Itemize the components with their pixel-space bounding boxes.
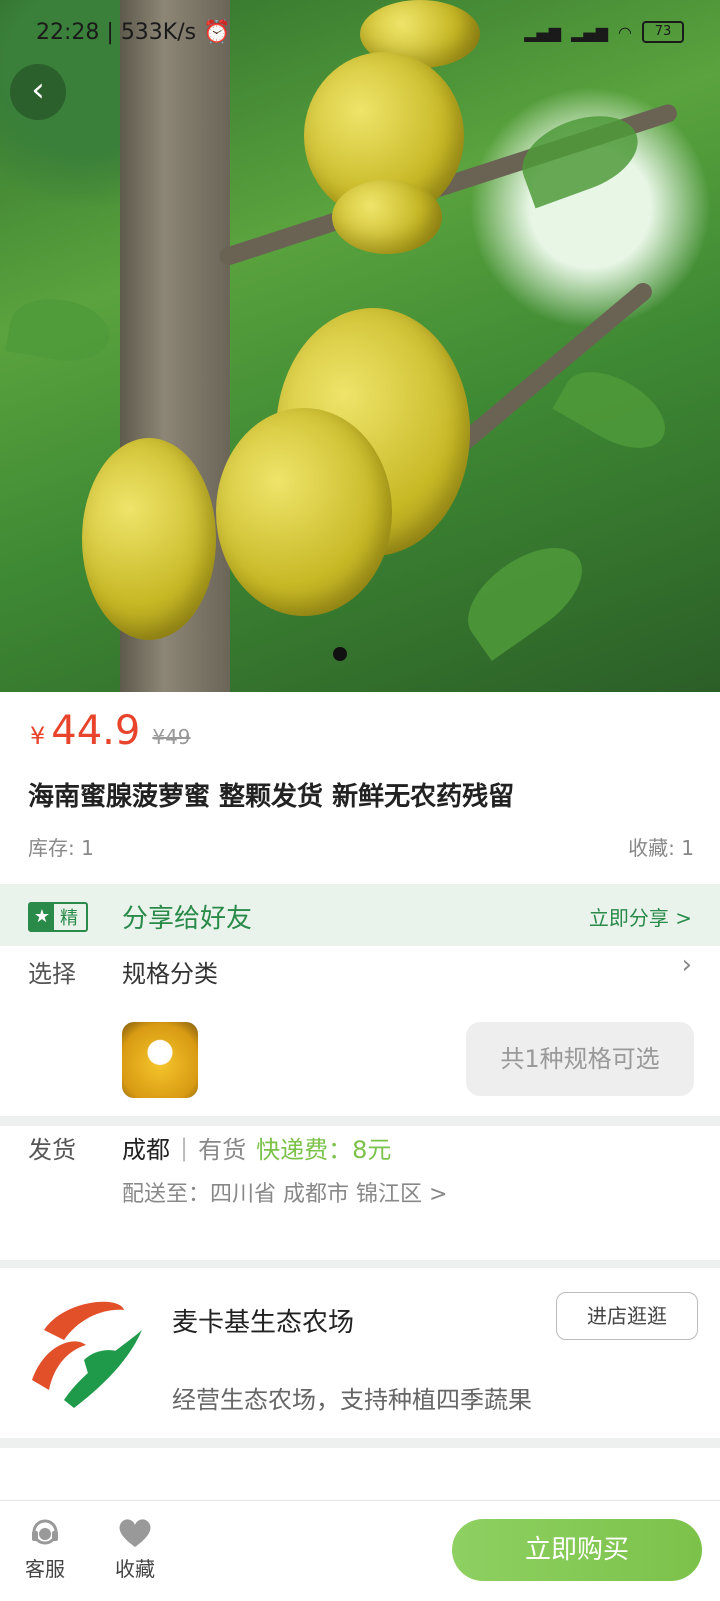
favorite-label: 收藏 [115,1557,155,1581]
headset-icon [10,1513,80,1553]
battery-icon: 73 [642,21,684,43]
status-time: 22:28 [36,19,100,45]
favorite-count: 收藏: 1 [628,836,694,860]
jackfruit [332,180,442,254]
visit-shop-button[interactable]: 进店逛逛 [556,1292,698,1340]
shop-logo [32,1301,142,1408]
heart-icon [100,1513,170,1553]
alarm-icon: ⏰ [203,19,231,45]
signal-icon: ▂▄▆ [524,22,562,42]
featured-badge: ★ 精 [28,902,88,932]
share-bar[interactable]: ★ 精 分享给好友 立即分享 > [0,884,720,946]
signal-icon: ▂▄▆ [571,22,609,42]
currency-symbol: ¥ [30,722,46,750]
original-price: ¥49 [152,725,191,749]
shipping-fee: 快递费：8元 [256,1136,392,1164]
deliver-to[interactable]: 配送至：四川省 成都市 锦江区 > [122,1176,447,1208]
product-image[interactable]: 22:28 | 533K/s ⏰ ▂▄▆ ▂▄▆ ◠ 73 ‹ [0,0,720,692]
back-button[interactable]: ‹ [10,64,66,120]
divider: | [180,1133,189,1162]
shipping-info: 成都 | 有货 快递费：8元 [122,1130,391,1165]
shipping-label: 发货 [28,1136,76,1164]
leaf [451,529,599,661]
wifi-icon: ◠ [618,22,632,42]
chevron-right-icon[interactable]: › [682,950,692,980]
price-row: ¥ 44.9 ¥49 [30,708,191,754]
availability: 有货 [198,1136,247,1164]
select-label: 选择 [28,960,76,988]
share-now-button[interactable]: 立即分享 > [589,902,692,931]
chevron-left-icon: ‹ [31,70,45,110]
carousel-indicator [333,647,347,661]
details-section [0,1448,720,1500]
status-bar: 22:28 | 533K/s ⏰ ▂▄▆ ▂▄▆ ◠ 73 [36,14,684,50]
jackfruit [216,408,392,616]
shop-description: 经营生态农场，支持种植四季蔬果 [172,1386,532,1414]
jackfruit [82,438,216,640]
share-text: 分享给好友 [122,904,253,934]
bottom-action-bar: 客服 收藏 立即购买 [0,1500,720,1601]
star-icon: ★ [30,904,54,930]
shop-name[interactable]: 麦卡基生态农场 [172,1302,354,1339]
current-price: 44.9 [51,708,141,754]
status-speed: 533K/s [120,19,197,45]
leaf [5,291,115,369]
buy-now-button[interactable]: 立即购买 [452,1519,702,1581]
product-title: 海南蜜腺菠萝蜜 整颗发货 新鲜无农药残留 [28,782,515,812]
customer-service-label: 客服 [25,1557,65,1581]
spec-category: 规格分类 [122,960,218,988]
spec-options-button[interactable]: 共1种规格可选 [466,1022,694,1096]
favorite-tab[interactable]: 收藏 [100,1513,170,1582]
spec-thumbnail[interactable] [122,1022,198,1098]
stock-count: 库存: 1 [28,836,94,860]
leaf [552,356,678,464]
customer-service-tab[interactable]: 客服 [10,1513,80,1582]
ship-from-city: 成都 [122,1136,170,1164]
